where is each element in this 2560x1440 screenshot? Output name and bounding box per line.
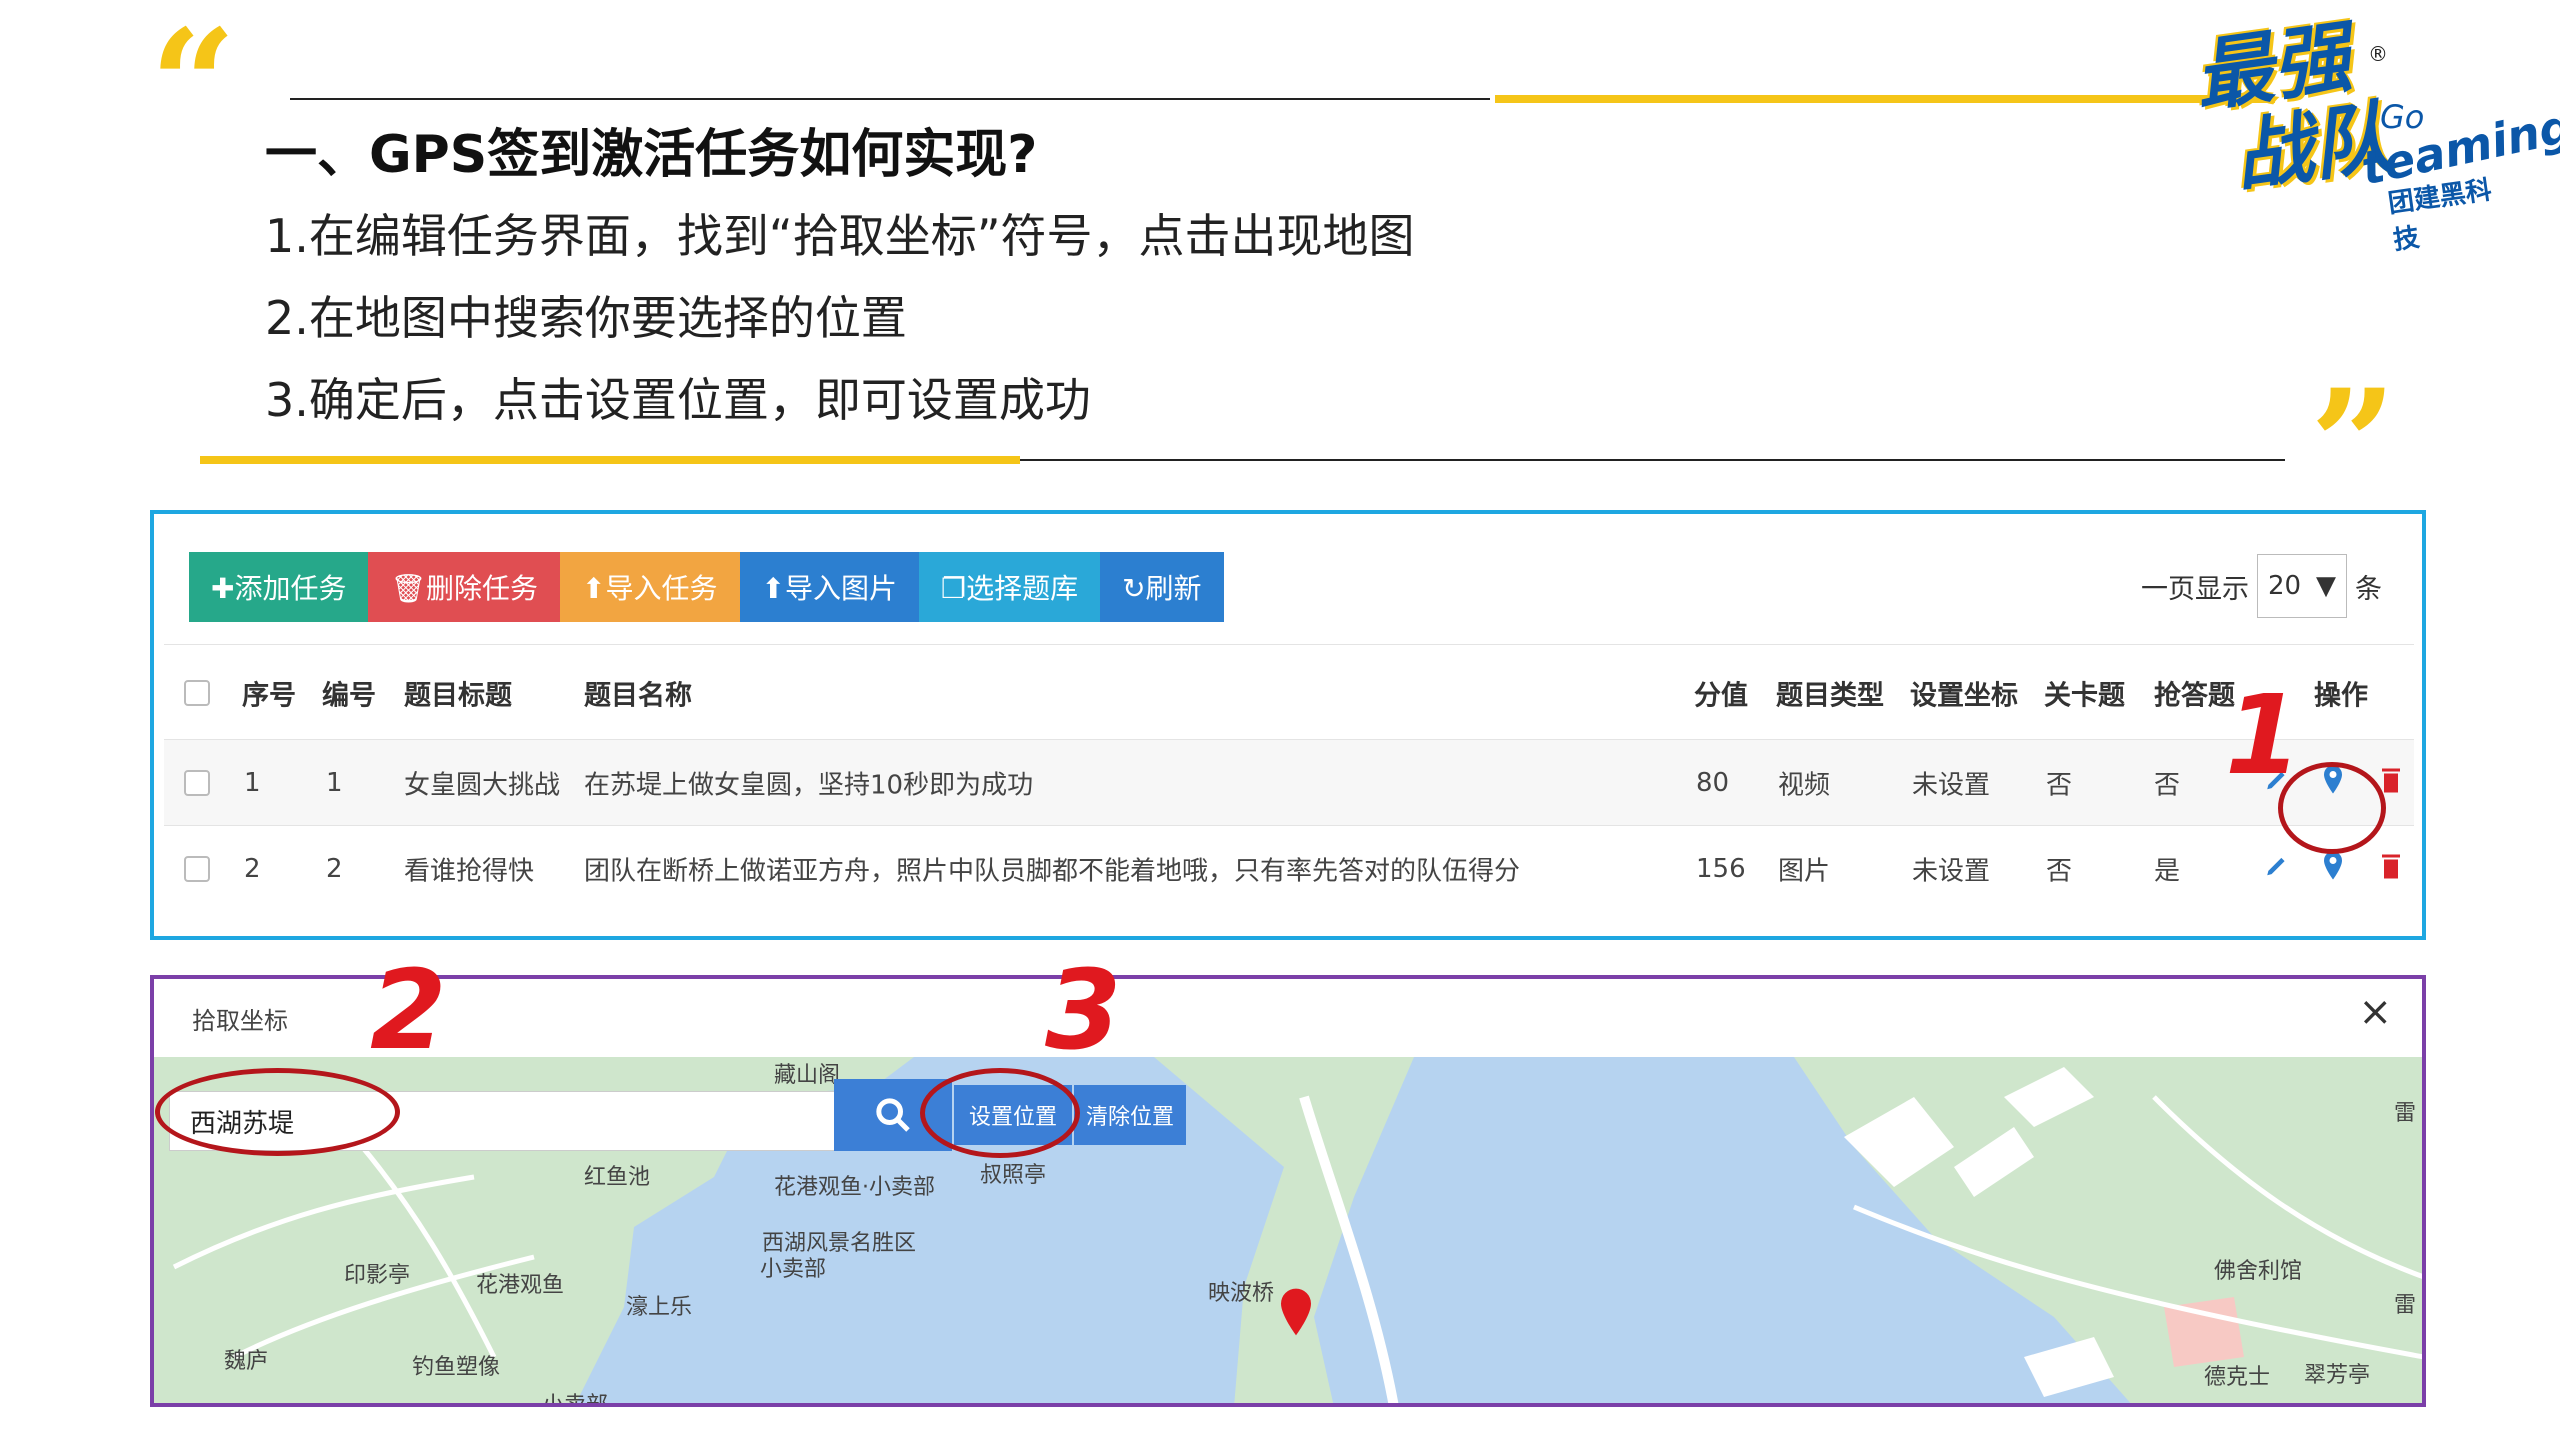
annotation-number-1: 1 [2225,671,2302,799]
map-poi: 小卖部 [542,1393,609,1407]
col-type: 题目类型 [1776,680,1884,711]
clear-position-button[interactable]: 清除位置 [1074,1085,1186,1145]
table-header: 序号 编号 题目标题 题目名称 分值 题目类型 设置坐标 关卡题 抢答题 操作 [164,644,2414,740]
row-title: 看谁抢得快 [404,856,535,887]
pick-coordinate-icon[interactable] [2322,851,2344,888]
caret-down-icon: ▼ [2316,571,2336,601]
row-level: 否 [2046,856,2073,887]
row-title: 女皇圆大挑战 [404,770,561,801]
page-size-select[interactable]: 20 ▼ [2257,554,2347,618]
annotation-ring-2 [155,1068,400,1156]
map-poi: 魏庐 [224,1349,269,1374]
map-poi: 藏山阁 [774,1063,841,1088]
col-rush: 抢答题 [2154,680,2235,711]
close-quote-mark: ” [2310,357,2397,533]
map-poi: 叔照亭 [980,1163,1047,1188]
map-poi: 雷 [2394,1101,2417,1126]
map-poi: 映波桥 [1208,1281,1275,1306]
trash-icon[interactable] [2380,852,2402,887]
pick-coordinate-dialog: 拾取坐标 × 藏山阁 红鱼池 花港观鱼·小卖部 叔照亭 西湖风景名胜区 小卖部 … [150,975,2426,1407]
row-seq: 2 [244,854,261,884]
row-rush: 否 [2154,770,2181,801]
page-size-control: 一页显示 20 ▼ 条 [2141,554,2382,618]
top-divider-line [290,98,1490,100]
step-3: 3.确定后，点击设置位置，即可设置成功 [265,373,1091,427]
row-name: 在苏堤上做女皇圆，坚持10秒即为成功 [584,770,1034,801]
map-poi: 佛舍利馆 [2214,1259,2303,1284]
row-checkbox[interactable] [184,770,210,796]
page-size-unit: 条 [2355,573,2382,605]
table-row: 1 1 女皇圆大挑战 在苏堤上做女皇圆，坚持10秒即为成功 80 视频 未设置 … [164,739,2414,826]
map-poi: 印影亭 [344,1263,411,1288]
annotation-ring-3 [920,1068,1080,1158]
step-1: 1.在编辑任务界面，找到“拾取坐标”符号，点击出现地图 [265,209,1415,263]
map-poi: 德克士 [2204,1365,2271,1390]
col-level: 关卡题 [2044,680,2125,711]
top-accent-bar [1495,95,2275,103]
row-id: 2 [326,854,343,884]
select-all-checkbox[interactable] [184,679,210,706]
row-checkbox[interactable] [184,856,210,882]
step-2: 2.在地图中搜索你要选择的位置 [265,291,907,345]
search-icon [876,1098,910,1132]
row-score: 156 [1696,854,1746,884]
col-score: 分值 [1694,680,1748,711]
row-level: 否 [2046,770,2073,801]
dialog-header: 拾取坐标 × [154,979,2422,1058]
location-marker-icon[interactable] [1276,1287,1316,1341]
map-poi: 翠芳亭 [2304,1363,2371,1388]
map-poi: 花港观鱼·小卖部 [774,1175,935,1200]
task-toolbar: ✚添加任务 🗑删除任务 ⬆导入任务 ⬆导入图片 ❐选择题库 ↻刷新 [189,552,1224,622]
page-size-value: 20 [2268,571,2302,601]
row-rush: 是 [2154,856,2181,887]
import-image-button[interactable]: ⬆导入图片 [739,552,919,622]
open-quote-mark: “ [150,0,237,173]
col-coord: 设置坐标 [1910,680,2018,711]
row-score: 80 [1696,768,1730,798]
col-actions: 操作 [2314,680,2368,711]
add-task-button[interactable]: ✚添加任务 [189,552,369,622]
page-size-label: 一页显示 [2141,573,2249,605]
task-table-panel: ✚添加任务 🗑删除任务 ⬆导入任务 ⬆导入图片 ❐选择题库 ↻刷新 一页显示 2… [150,510,2426,940]
row-type: 视频 [1778,770,1831,801]
slide-heading: 一、GPS签到激活任务如何实现? [265,125,1038,185]
select-question-bank-button[interactable]: ❐选择题库 [918,552,1101,622]
annotation-number-3: 3 [1045,946,1122,1074]
brand-logo: 最强 战队 Go teaming 团建黑科技 ® [2189,12,2560,256]
row-coord: 未设置 [1912,770,1991,801]
table-row: 2 2 看谁抢得快 团队在断桥上做诺亚方舟，照片中队员脚都不能着地哦，只有率先答… [164,825,2414,912]
map-poi: 钓鱼塑像 [412,1355,501,1380]
dialog-title: 拾取坐标 [192,1007,288,1035]
row-type: 图片 [1778,856,1831,887]
col-name: 题目名称 [584,680,692,711]
col-title: 题目标题 [404,680,512,711]
refresh-button[interactable]: ↻刷新 [1100,552,1224,622]
map-poi: 濠上乐 [626,1295,693,1320]
edit-icon[interactable] [2264,853,2290,886]
import-task-button[interactable]: ⬆导入任务 [560,552,740,622]
map-poi: 红鱼池 [584,1165,651,1190]
map-poi: 雷 [2394,1293,2417,1318]
row-name: 团队在断桥上做诺亚方舟，照片中队员脚都不能着地哦，只有率先答对的队伍得分 [584,856,1521,887]
bottom-accent-bar [200,456,1020,464]
logo-registered-mark: ® [2368,42,2388,66]
col-id: 编号 [322,680,376,711]
map-poi: 小卖部 [760,1257,827,1282]
row-coord: 未设置 [1912,856,1991,887]
delete-task-button[interactable]: 🗑删除任务 [368,552,561,622]
annotation-number-2: 2 [370,946,447,1074]
map-poi: 花港观鱼 [476,1273,565,1298]
close-icon[interactable]: × [2358,989,2392,1035]
bottom-divider-line [1020,459,2285,461]
row-id: 1 [326,768,343,798]
annotation-ring-1 [2278,762,2386,854]
logo-subtitle: 团建黑科技 [2386,175,2494,257]
col-seq: 序号 [242,680,296,711]
row-seq: 1 [244,768,261,798]
